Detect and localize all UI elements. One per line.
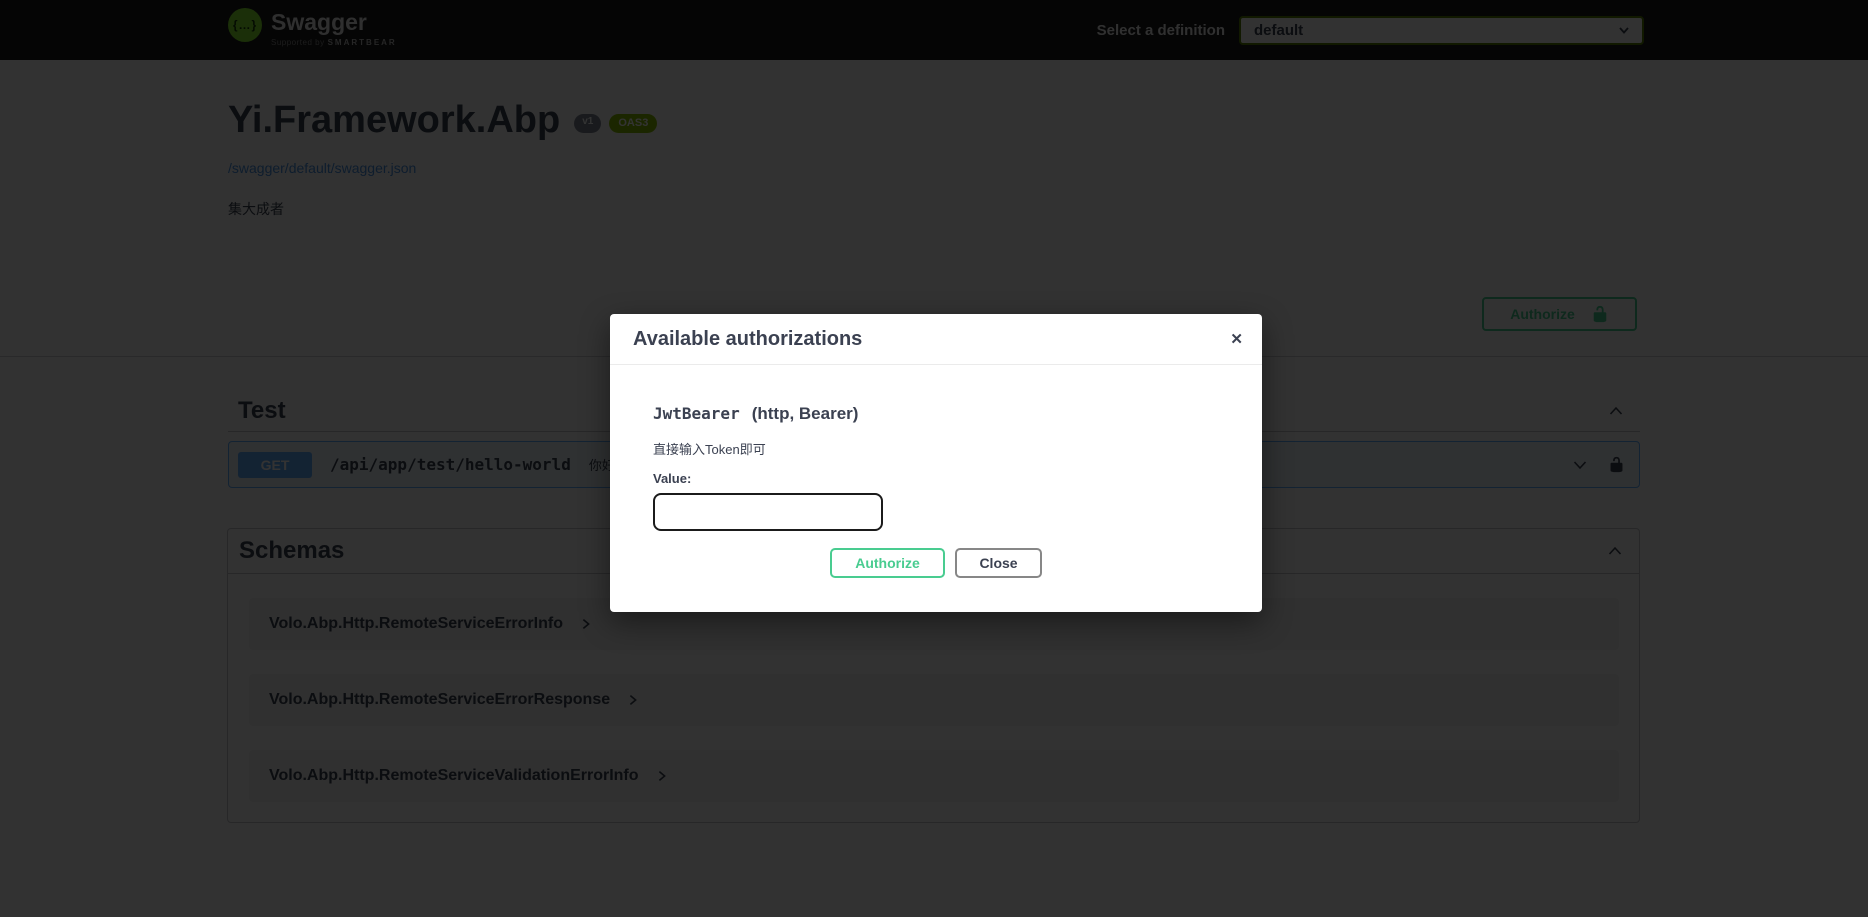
authorizations-modal: Available authorizations ✕ JwtBearer (ht…	[610, 314, 1262, 612]
modal-close-button[interactable]: Close	[955, 548, 1042, 578]
modal-body: JwtBearer (http, Bearer) 直接输入Token即可 Val…	[610, 404, 1262, 578]
auth-scheme-name: JwtBearer	[653, 404, 740, 423]
auth-scheme-type: (http, Bearer)	[752, 404, 859, 424]
modal-header: Available authorizations ✕	[610, 314, 1262, 365]
modal-authorize-button[interactable]: Authorize	[830, 548, 945, 578]
auth-scheme-description: 直接输入Token即可	[653, 439, 1219, 458]
auth-scheme-title: JwtBearer (http, Bearer)	[653, 404, 1219, 424]
modal-actions: Authorize Close	[653, 548, 1219, 578]
close-icon[interactable]: ✕	[1230, 330, 1243, 348]
swagger-page: {…} Swagger Supported bySMARTBEAR Select…	[0, 0, 1868, 917]
token-value-label: Value:	[653, 471, 1219, 486]
token-input[interactable]	[653, 493, 883, 531]
modal-title: Available authorizations	[633, 328, 1230, 351]
